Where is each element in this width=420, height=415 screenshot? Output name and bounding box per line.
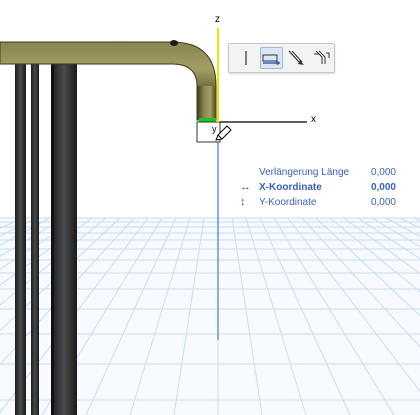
tracker-length-label: Verlängerung Länge <box>259 167 350 178</box>
tracker-row-length[interactable]: Verlängerung Länge 0,000 <box>240 165 400 180</box>
post-middle[interactable] <box>31 58 39 415</box>
horizontal-edit-icon <box>262 54 281 65</box>
tracker-panel: Verlängerung Länge 0,000 ↔ X-Koordinate … <box>240 165 400 210</box>
x-axis-label: x <box>311 114 316 125</box>
tracker-length-value[interactable]: 0,000 <box>371 165 396 180</box>
tracker-x-label: X-Koordinate <box>259 182 322 193</box>
pet-button-horizontal-edit[interactable] <box>259 47 283 69</box>
y-axis-label: y <box>212 124 217 134</box>
post-right[interactable] <box>51 58 77 415</box>
diagonal-arrow-icon <box>288 50 304 65</box>
tracker-row-y[interactable]: ↕ Y-Koordinate 0,000 <box>240 195 400 210</box>
tracker-x-value[interactable]: 0,000 <box>371 180 396 195</box>
pet-button-multi[interactable] <box>309 47 332 69</box>
tracker-row-x[interactable]: ↔ X-Koordinate 0,000 <box>240 180 400 195</box>
pet-palette <box>228 43 335 73</box>
post-left[interactable] <box>15 58 26 415</box>
vertical-line-icon <box>245 51 247 65</box>
multi-arrow-icon <box>313 50 330 64</box>
vertical-arrows-icon: ↕ <box>240 196 246 208</box>
pet-button-vertical[interactable] <box>235 47 258 69</box>
tracker-y-label: Y-Koordinate <box>259 197 317 208</box>
3d-viewport[interactable]: z x y Verlängerung Länge 0,000 ↔ X-Koord… <box>0 0 420 415</box>
green-marker <box>199 118 216 122</box>
z-axis-label: z <box>215 14 220 25</box>
horizontal-arrows-icon: ↔ <box>240 181 251 193</box>
tracker-y-value[interactable]: 0,000 <box>371 195 396 210</box>
pet-button-diagonal[interactable] <box>285 47 308 69</box>
